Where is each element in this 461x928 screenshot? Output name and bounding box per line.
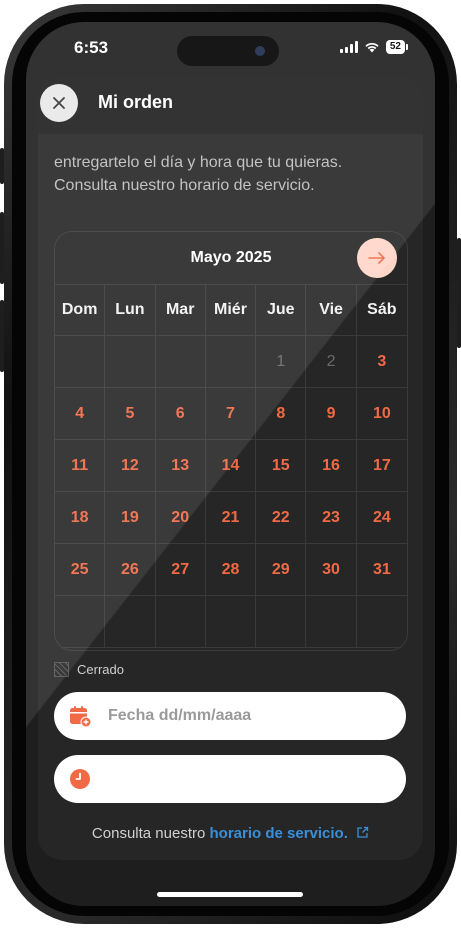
schedule-description: entregartelo el día y hora que tu quiera… [54,154,343,194]
time-input[interactable] [106,769,380,789]
calendar-add-icon [68,704,92,728]
weekday-header: Lun [105,284,156,336]
calendar-day: 2 [306,336,357,388]
calendar-empty-cell [205,336,257,388]
legend: Cerrado [54,662,124,677]
time-field[interactable] [54,755,406,803]
phone-screen: 6:53 52 Mi orden entregartelo el día y h… [26,22,435,906]
calendar-empty-cell [356,596,407,648]
calendar-day[interactable]: 25 [55,544,106,596]
closed-swatch [54,662,69,677]
calendar-day[interactable]: 23 [306,492,357,544]
calendar-day: 1 [256,336,307,388]
service-hours-note: Consulta nuestro horario de servicio. [38,825,423,842]
calendar-day[interactable]: 14 [205,440,257,492]
calendar-header: Mayo 2025 [55,232,407,285]
calendar-day[interactable]: 8 [256,388,307,440]
arrow-right-icon [368,252,385,264]
close-button[interactable] [40,84,78,122]
sheet-header: Mi orden [38,78,423,134]
status-indicators: 52 [339,40,409,54]
service-hours-link[interactable]: horario de servicio. [210,825,348,842]
dynamic-island [177,36,279,66]
calendar-empty-cell [205,596,257,648]
camera-icon [255,46,265,56]
calendar-day[interactable]: 22 [256,492,307,544]
wifi-icon [365,42,379,53]
volume-down-button [0,300,4,372]
calendar-day[interactable]: 21 [205,492,257,544]
signal-icon [339,41,358,53]
calendar-day[interactable]: 6 [155,388,206,440]
calendar: Mayo 2025 Dom Lun Mar Miér Jue Vie Sáb 1 2 3 4 5 6 7 8… [54,231,408,651]
clock-icon [68,767,92,791]
calendar-day[interactable]: 26 [105,544,156,596]
weekday-header: Sáb [356,284,407,336]
weekday-header: Jue [256,284,307,336]
weekday-header: Vie [306,284,357,336]
calendar-day[interactable]: 28 [205,544,257,596]
calendar-empty-cell [105,336,156,388]
weekday-header: Mar [155,284,206,336]
calendar-day[interactable]: 20 [155,492,206,544]
calendar-day[interactable]: 7 [205,388,257,440]
calendar-day[interactable]: 24 [356,492,407,544]
weekday-header: Dom [55,284,106,336]
calendar-day[interactable]: 29 [256,544,307,596]
calendar-empty-cell [306,596,357,648]
date-field[interactable] [54,692,406,740]
home-indicator[interactable] [157,892,303,897]
calendar-day[interactable]: 13 [155,440,206,492]
status-time: 6:53 [74,38,109,57]
calendar-empty-cell [256,596,307,648]
page-title: Mi orden [98,92,173,112]
calendar-day[interactable]: 15 [256,440,307,492]
calendar-empty-cell [105,596,156,648]
next-month-button[interactable] [357,238,397,278]
calendar-day[interactable]: 16 [306,440,357,492]
service-hours-prefix: Consulta nuestro [91,825,206,842]
calendar-grid: Dom Lun Mar Miér Jue Vie Sáb 1 2 3 4 5 6 7 8 9 10 11 12 13 1… [55,284,407,648]
calendar-empty-cell [55,596,106,648]
service-hours-link-text: horario de servicio. [209,825,348,842]
calendar-day[interactable]: 17 [356,440,407,492]
close-icon [53,97,65,109]
calendar-day[interactable]: 3 [356,336,407,388]
calendar-empty-cell [55,336,106,388]
calendar-empty-cell [155,596,206,648]
status-bar: 6:53 52 [26,22,435,78]
calendar-day[interactable]: 30 [306,544,357,596]
calendar-day[interactable]: 10 [356,388,407,440]
calendar-day[interactable]: 12 [105,440,156,492]
legend-closed-label: Cerrado [77,662,124,677]
volume-up-button [0,212,4,284]
order-sheet: Mi orden entregartelo el día y hora que … [38,78,423,860]
mute-switch [0,148,4,184]
date-input[interactable] [106,706,380,726]
calendar-day[interactable]: 11 [55,440,106,492]
calendar-day[interactable]: 18 [55,492,106,544]
calendar-day[interactable]: 27 [155,544,206,596]
battery-indicator: 52 [385,40,409,54]
external-link-icon[interactable] [356,826,369,839]
calendar-day[interactable]: 4 [55,388,106,440]
weekday-header: Miér [205,284,257,336]
calendar-empty-cell [155,336,206,388]
power-button [457,238,461,348]
calendar-day[interactable]: 19 [105,492,156,544]
calendar-day[interactable]: 5 [105,388,156,440]
calendar-day[interactable]: 31 [356,544,407,596]
calendar-month: Mayo 2025 [190,249,272,266]
calendar-day[interactable]: 9 [306,388,357,440]
